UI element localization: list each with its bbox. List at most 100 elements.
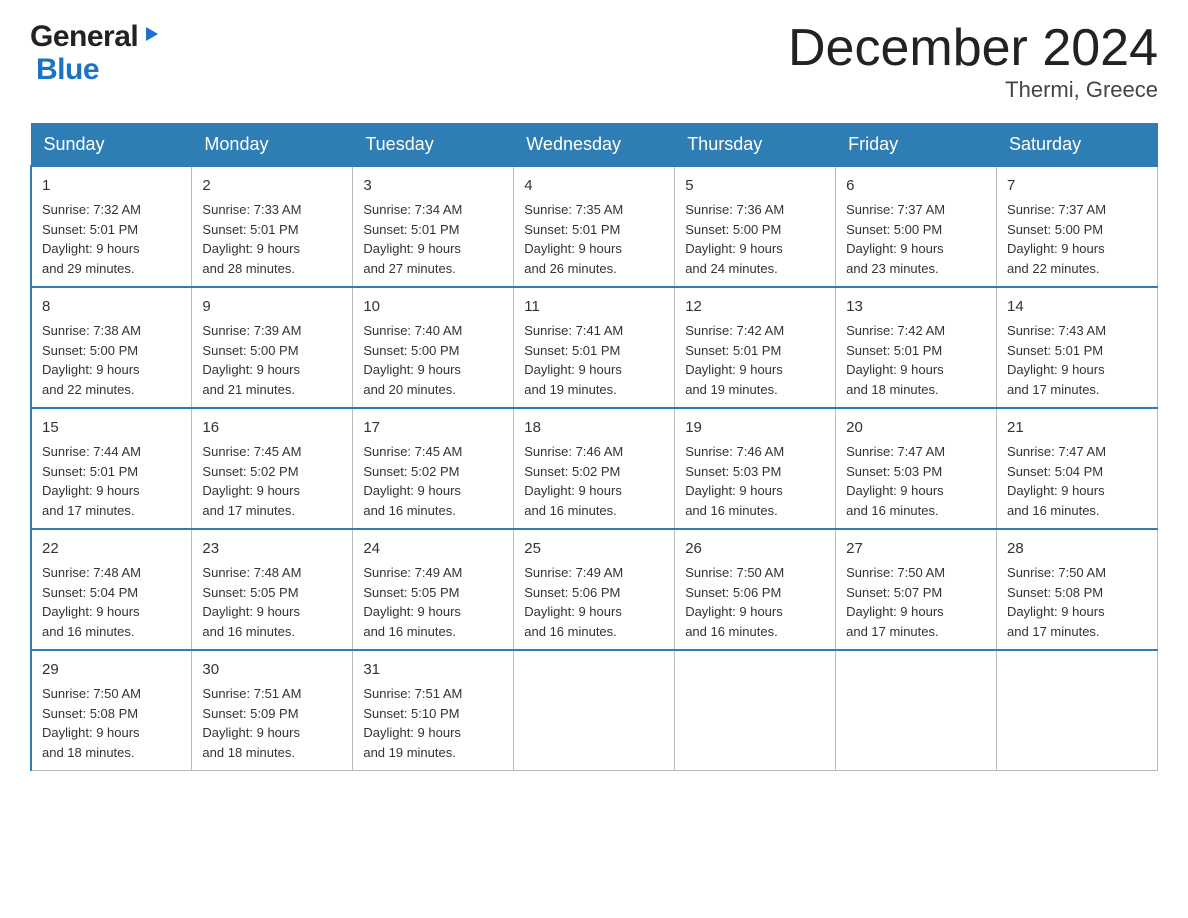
day-number: 25 [524, 538, 664, 560]
day-info: Sunrise: 7:46 AMSunset: 5:02 PMDaylight:… [524, 444, 623, 518]
header-friday: Friday [836, 124, 997, 167]
day-info: Sunrise: 7:46 AMSunset: 5:03 PMDaylight:… [685, 444, 784, 518]
day-info: Sunrise: 7:32 AMSunset: 5:01 PMDaylight:… [42, 202, 141, 276]
header-saturday: Saturday [997, 124, 1158, 167]
day-info: Sunrise: 7:50 AMSunset: 5:06 PMDaylight:… [685, 565, 784, 639]
table-row: 10 Sunrise: 7:40 AMSunset: 5:00 PMDaylig… [353, 287, 514, 408]
table-row [997, 650, 1158, 771]
table-row: 6 Sunrise: 7:37 AMSunset: 5:00 PMDayligh… [836, 166, 997, 287]
day-number: 13 [846, 296, 986, 318]
header-monday: Monday [192, 124, 353, 167]
table-row: 22 Sunrise: 7:48 AMSunset: 5:04 PMDaylig… [31, 529, 192, 650]
day-number: 11 [524, 296, 664, 318]
table-row: 25 Sunrise: 7:49 AMSunset: 5:06 PMDaylig… [514, 529, 675, 650]
table-row: 16 Sunrise: 7:45 AMSunset: 5:02 PMDaylig… [192, 408, 353, 529]
table-row [514, 650, 675, 771]
table-row: 27 Sunrise: 7:50 AMSunset: 5:07 PMDaylig… [836, 529, 997, 650]
day-number: 27 [846, 538, 986, 560]
page-header: General Blue December 2024 Thermi, Greec… [30, 20, 1158, 103]
day-number: 29 [42, 659, 181, 681]
day-info: Sunrise: 7:50 AMSunset: 5:07 PMDaylight:… [846, 565, 945, 639]
day-info: Sunrise: 7:51 AMSunset: 5:09 PMDaylight:… [202, 686, 301, 760]
calendar-week-row: 22 Sunrise: 7:48 AMSunset: 5:04 PMDaylig… [31, 529, 1158, 650]
table-row: 14 Sunrise: 7:43 AMSunset: 5:01 PMDaylig… [997, 287, 1158, 408]
day-info: Sunrise: 7:34 AMSunset: 5:01 PMDaylight:… [363, 202, 462, 276]
logo: General Blue [30, 20, 162, 86]
day-info: Sunrise: 7:45 AMSunset: 5:02 PMDaylight:… [202, 444, 301, 518]
table-row: 19 Sunrise: 7:46 AMSunset: 5:03 PMDaylig… [675, 408, 836, 529]
table-row: 3 Sunrise: 7:34 AMSunset: 5:01 PMDayligh… [353, 166, 514, 287]
day-number: 23 [202, 538, 342, 560]
weekday-header-row: Sunday Monday Tuesday Wednesday Thursday… [31, 124, 1158, 167]
day-number: 16 [202, 417, 342, 439]
day-number: 10 [363, 296, 503, 318]
day-info: Sunrise: 7:49 AMSunset: 5:05 PMDaylight:… [363, 565, 462, 639]
table-row: 28 Sunrise: 7:50 AMSunset: 5:08 PMDaylig… [997, 529, 1158, 650]
table-row: 7 Sunrise: 7:37 AMSunset: 5:00 PMDayligh… [997, 166, 1158, 287]
day-info: Sunrise: 7:35 AMSunset: 5:01 PMDaylight:… [524, 202, 623, 276]
table-row: 9 Sunrise: 7:39 AMSunset: 5:00 PMDayligh… [192, 287, 353, 408]
table-row: 26 Sunrise: 7:50 AMSunset: 5:06 PMDaylig… [675, 529, 836, 650]
table-row: 21 Sunrise: 7:47 AMSunset: 5:04 PMDaylig… [997, 408, 1158, 529]
table-row [675, 650, 836, 771]
day-number: 9 [202, 296, 342, 318]
day-info: Sunrise: 7:48 AMSunset: 5:04 PMDaylight:… [42, 565, 141, 639]
day-number: 24 [363, 538, 503, 560]
day-number: 1 [42, 175, 181, 197]
day-info: Sunrise: 7:51 AMSunset: 5:10 PMDaylight:… [363, 686, 462, 760]
day-info: Sunrise: 7:47 AMSunset: 5:04 PMDaylight:… [1007, 444, 1106, 518]
day-number: 14 [1007, 296, 1147, 318]
day-number: 18 [524, 417, 664, 439]
header-wednesday: Wednesday [514, 124, 675, 167]
day-info: Sunrise: 7:48 AMSunset: 5:05 PMDaylight:… [202, 565, 301, 639]
logo-arrow-icon [140, 23, 162, 50]
day-info: Sunrise: 7:49 AMSunset: 5:06 PMDaylight:… [524, 565, 623, 639]
table-row [836, 650, 997, 771]
day-number: 26 [685, 538, 825, 560]
calendar-week-row: 15 Sunrise: 7:44 AMSunset: 5:01 PMDaylig… [31, 408, 1158, 529]
day-info: Sunrise: 7:50 AMSunset: 5:08 PMDaylight:… [1007, 565, 1106, 639]
day-info: Sunrise: 7:45 AMSunset: 5:02 PMDaylight:… [363, 444, 462, 518]
day-info: Sunrise: 7:47 AMSunset: 5:03 PMDaylight:… [846, 444, 945, 518]
calendar-week-row: 8 Sunrise: 7:38 AMSunset: 5:00 PMDayligh… [31, 287, 1158, 408]
table-row: 15 Sunrise: 7:44 AMSunset: 5:01 PMDaylig… [31, 408, 192, 529]
table-row: 5 Sunrise: 7:36 AMSunset: 5:00 PMDayligh… [675, 166, 836, 287]
table-row: 31 Sunrise: 7:51 AMSunset: 5:10 PMDaylig… [353, 650, 514, 771]
day-number: 2 [202, 175, 342, 197]
day-number: 12 [685, 296, 825, 318]
day-info: Sunrise: 7:41 AMSunset: 5:01 PMDaylight:… [524, 323, 623, 397]
table-row: 23 Sunrise: 7:48 AMSunset: 5:05 PMDaylig… [192, 529, 353, 650]
day-info: Sunrise: 7:50 AMSunset: 5:08 PMDaylight:… [42, 686, 141, 760]
day-number: 6 [846, 175, 986, 197]
day-number: 8 [42, 296, 181, 318]
day-number: 4 [524, 175, 664, 197]
day-info: Sunrise: 7:42 AMSunset: 5:01 PMDaylight:… [846, 323, 945, 397]
calendar-table: Sunday Monday Tuesday Wednesday Thursday… [30, 123, 1158, 771]
day-number: 30 [202, 659, 342, 681]
calendar-subtitle: Thermi, Greece [788, 77, 1158, 103]
day-info: Sunrise: 7:33 AMSunset: 5:01 PMDaylight:… [202, 202, 301, 276]
table-row: 1 Sunrise: 7:32 AMSunset: 5:01 PMDayligh… [31, 166, 192, 287]
day-info: Sunrise: 7:38 AMSunset: 5:00 PMDaylight:… [42, 323, 141, 397]
table-row: 2 Sunrise: 7:33 AMSunset: 5:01 PMDayligh… [192, 166, 353, 287]
calendar-title: December 2024 [788, 20, 1158, 77]
day-info: Sunrise: 7:43 AMSunset: 5:01 PMDaylight:… [1007, 323, 1106, 397]
header-tuesday: Tuesday [353, 124, 514, 167]
logo-general-text: General [30, 20, 138, 53]
header-thursday: Thursday [675, 124, 836, 167]
table-row: 30 Sunrise: 7:51 AMSunset: 5:09 PMDaylig… [192, 650, 353, 771]
day-info: Sunrise: 7:44 AMSunset: 5:01 PMDaylight:… [42, 444, 141, 518]
day-number: 19 [685, 417, 825, 439]
table-row: 8 Sunrise: 7:38 AMSunset: 5:00 PMDayligh… [31, 287, 192, 408]
table-row: 11 Sunrise: 7:41 AMSunset: 5:01 PMDaylig… [514, 287, 675, 408]
calendar-week-row: 29 Sunrise: 7:50 AMSunset: 5:08 PMDaylig… [31, 650, 1158, 771]
table-row: 12 Sunrise: 7:42 AMSunset: 5:01 PMDaylig… [675, 287, 836, 408]
table-row: 20 Sunrise: 7:47 AMSunset: 5:03 PMDaylig… [836, 408, 997, 529]
day-number: 31 [363, 659, 503, 681]
day-number: 22 [42, 538, 181, 560]
day-number: 21 [1007, 417, 1147, 439]
day-number: 3 [363, 175, 503, 197]
day-number: 7 [1007, 175, 1147, 197]
table-row: 29 Sunrise: 7:50 AMSunset: 5:08 PMDaylig… [31, 650, 192, 771]
day-info: Sunrise: 7:40 AMSunset: 5:00 PMDaylight:… [363, 323, 462, 397]
